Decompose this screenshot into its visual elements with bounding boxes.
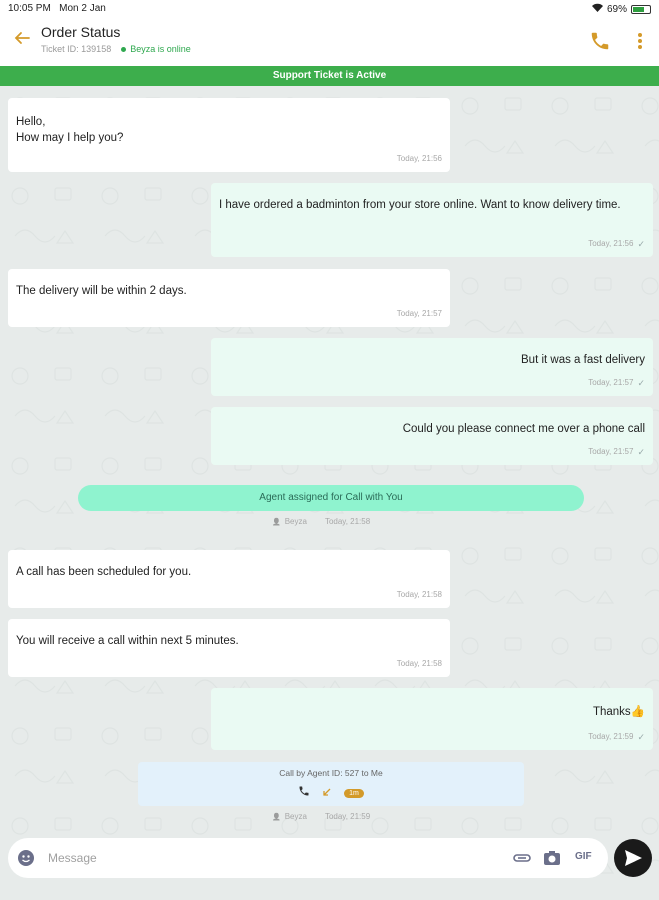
message-meta: Today, 21:58	[396, 659, 442, 668]
ticket-active-banner: Support Ticket is Active	[0, 66, 659, 86]
check-icon: ✓	[637, 732, 645, 742]
chat-area[interactable]: Hello, How may I help you? Today, 21:56 …	[0, 86, 659, 900]
message-text: But it was a fast delivery	[521, 354, 645, 366]
arrow-left-icon[interactable]	[10, 28, 34, 52]
emoji-icon[interactable]	[18, 850, 34, 866]
gif-button[interactable]: GIF	[575, 851, 593, 867]
message-meta: Today, 21:57	[396, 309, 442, 318]
phone-icon	[298, 784, 310, 802]
outgoing-message[interactable]: I have ordered a badminton from your sto…	[211, 183, 653, 257]
agent-assigned-event: Agent assigned for Call with You	[78, 485, 584, 511]
message-text: You will receive a call within next 5 mi…	[16, 635, 239, 647]
call-card-agent: Beyza	[272, 812, 307, 821]
send-button[interactable]	[614, 839, 652, 877]
call-card-icons: 1m	[138, 784, 524, 802]
status-bar: 10:05 PM Mon 2 Jan 69%	[0, 0, 659, 18]
message-text: I have ordered a badminton from your sto…	[219, 199, 621, 211]
status-time: 10:05 PM Mon 2 Jan	[8, 3, 106, 14]
event-agent: Beyza	[272, 517, 307, 526]
message-text: Hello, How may I help you?	[16, 116, 124, 144]
page-title: Order Status	[41, 24, 121, 40]
outgoing-message[interactable]: Thanks👍 Today, 21:59 ✓	[211, 688, 653, 750]
wifi-icon	[591, 3, 603, 15]
message-text: A call has been scheduled for you.	[16, 566, 192, 578]
outgoing-message[interactable]: But it was a fast delivery Today, 21:57 ✓	[211, 338, 653, 396]
ticket-id: Ticket ID: 139158	[41, 44, 112, 54]
event-time: Today, 21:58	[324, 517, 371, 526]
online-status: Beyza is online	[121, 44, 191, 54]
battery-percent: 69%	[606, 3, 627, 15]
message-text: Could you please connect me over a phone…	[402, 423, 645, 435]
camera-icon[interactable]	[543, 850, 561, 866]
message-input[interactable]	[48, 848, 488, 868]
message-composer: GIF	[8, 838, 608, 878]
message-meta: Today, 21:58	[396, 590, 442, 599]
send-icon	[625, 850, 642, 866]
call-received-icon	[322, 784, 332, 802]
header-subtitle: Ticket ID: 139158 Beyza is online	[41, 44, 191, 54]
call-card[interactable]: Call by Agent ID: 527 to Me 1m	[138, 762, 524, 806]
incoming-message[interactable]: Hello, How may I help you? Today, 21:56	[8, 98, 450, 172]
outgoing-message[interactable]: Could you please connect me over a phone…	[211, 407, 653, 465]
message-meta: Today, 21:56	[396, 154, 442, 163]
message-text: Thanks👍	[592, 706, 645, 718]
message-meta: Today, 21:56 ✓	[588, 236, 645, 252]
call-card-label: Call by Agent ID: 527 to Me	[279, 768, 383, 778]
check-icon: ✓	[637, 378, 645, 388]
incoming-message[interactable]: The delivery will be within 2 days. Toda…	[8, 269, 450, 327]
more-vertical-icon[interactable]	[635, 30, 645, 52]
message-meta: Today, 21:57 ✓	[588, 444, 645, 460]
phone-icon[interactable]	[589, 30, 611, 52]
call-card-time: Today, 21:59	[324, 812, 371, 821]
call-card-meta: Beyza Today, 21:59	[272, 812, 370, 821]
message-text: The delivery will be within 2 days.	[16, 285, 187, 297]
attachment-icon[interactable]	[513, 850, 531, 866]
incoming-message[interactable]: A call has been scheduled for you. Today…	[8, 550, 450, 608]
call-duration: 1m	[344, 788, 364, 798]
incoming-message[interactable]: You will receive a call within next 5 mi…	[8, 619, 450, 677]
status-right: 69%	[591, 3, 651, 15]
message-meta: Today, 21:59 ✓	[588, 729, 645, 745]
check-icon: ✓	[637, 239, 645, 249]
battery-icon	[631, 4, 651, 14]
message-meta: Today, 21:57 ✓	[588, 375, 645, 391]
check-icon: ✓	[637, 447, 645, 457]
event-meta: Beyza Today, 21:58	[272, 517, 370, 526]
app-header: Order Status Ticket ID: 139158 Beyza is …	[0, 18, 659, 66]
